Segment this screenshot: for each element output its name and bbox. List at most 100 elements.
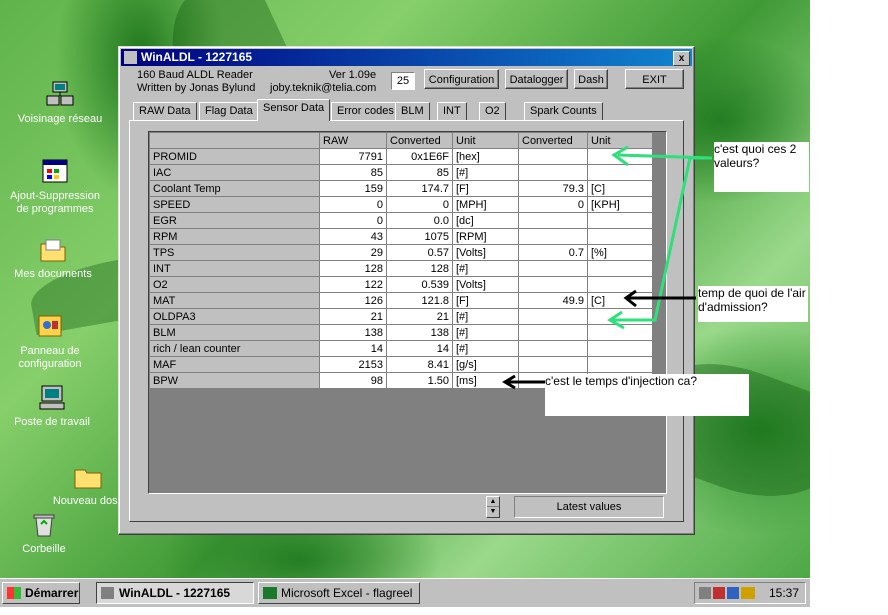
table-cell: 2153 [319, 356, 387, 373]
winaldl-window[interactable]: WinALDL - 1227165 x 160 Baud ALDL Reader… [118, 46, 695, 535]
annotation-note-injection-time: c'est le temps d'injection ca? [545, 374, 749, 416]
column-header: Converted [518, 132, 588, 149]
dash-button[interactable]: Dash [574, 69, 608, 89]
tray-icons[interactable] [699, 587, 755, 599]
table-cell: [%] [587, 244, 653, 261]
app-icon [124, 51, 137, 64]
table-cell: [RPM] [452, 228, 519, 245]
table-cell: 14 [386, 340, 453, 357]
excel-icon [263, 587, 277, 599]
configuration-button[interactable]: Configuration [424, 69, 499, 89]
table-cell [587, 340, 653, 357]
tab-raw-data[interactable]: RAW Data [133, 102, 197, 121]
sensor-name-cell: EGR [149, 212, 320, 229]
start-button[interactable]: Démarrer [2, 582, 80, 604]
table-cell: 159 [319, 180, 387, 197]
close-button[interactable]: x [673, 51, 690, 66]
table-row[interactable]: MAT 126 121.8 [F] 49.9 [C] [149, 292, 653, 309]
table-cell: 85 [319, 164, 387, 181]
table-row[interactable]: SPEED 0 0 [MPH] 0 [KPH] [149, 196, 653, 213]
table-cell: 0.57 [386, 244, 453, 261]
table-cell: 49.9 [518, 292, 588, 309]
table-row[interactable]: BLM 138 138 [#] [149, 324, 653, 341]
sensor-name-cell: IAC [149, 164, 320, 181]
column-header: Converted [386, 132, 453, 149]
spin-down-arrow-icon[interactable]: ▼ [487, 506, 499, 516]
tab-flag-data[interactable]: Flag Data [199, 102, 259, 121]
table-row[interactable]: EGR 0 0.0 [dc] [149, 212, 653, 229]
table-cell: 98 [319, 372, 387, 389]
header-line1: 160 Baud ALDL Reader [137, 69, 253, 81]
spin-up-arrow-icon[interactable]: ▲ [487, 497, 499, 506]
window-title: WinALDL - 1227165 [141, 50, 253, 64]
table-row[interactable]: O2 122 0.539 [Volts] [149, 276, 653, 293]
start-label: Démarrer [25, 586, 79, 600]
table-cell: [#] [452, 308, 519, 325]
taskbar-item-excel[interactable]: Microsoft Excel - flagreel [258, 582, 420, 604]
table-row[interactable]: MAF 2153 8.41 [g/s] [149, 356, 653, 373]
table-cell: [C] [587, 292, 653, 309]
tab-int[interactable]: INT [437, 102, 467, 121]
table-row[interactable]: PROMID 7791 0x1E6F [hex] [149, 148, 653, 165]
taskbar-item-label: Microsoft Excel - flagreel [281, 586, 413, 600]
version-label: Ver 1.09e [329, 69, 377, 81]
exit-button[interactable]: EXIT [625, 69, 684, 89]
table-cell: 0x1E6F [386, 148, 453, 165]
desktop-icon-add-remove[interactable]: Ajout-Suppression de programmes [5, 157, 105, 217]
spinner[interactable]: ▲ ▼ [486, 496, 500, 518]
table-cell [587, 308, 653, 325]
desktop-icon-network[interactable]: Voisinage réseau [10, 80, 110, 127]
tab-error-codes[interactable]: Error codes [331, 102, 400, 121]
header-line2: Written by Jonas Bylund [137, 82, 256, 94]
table-row[interactable]: IAC 85 85 [#] [149, 164, 653, 181]
counter-field[interactable]: 25 [391, 72, 415, 90]
taskbar-item-winaldl[interactable]: WinALDL - 1227165 [96, 582, 254, 604]
table-row[interactable]: rich / lean counter 14 14 [#] [149, 340, 653, 357]
table-cell [587, 212, 653, 229]
sensor-name-cell: O2 [149, 276, 320, 293]
table-cell: 7791 [319, 148, 387, 165]
tab-o2[interactable]: O2 [479, 102, 506, 121]
sensor-name-cell: MAT [149, 292, 320, 309]
table-cell: 122 [319, 276, 387, 293]
table-row[interactable]: TPS 29 0.57 [Volts] 0.7 [%] [149, 244, 653, 261]
desktop-icon-recycle-bin[interactable]: Corbeille [0, 510, 94, 557]
table-cell: 0.7 [518, 244, 588, 261]
column-header: Unit [587, 132, 653, 149]
datalogger-button[interactable]: Datalogger [505, 69, 568, 89]
folder-icon [38, 235, 68, 265]
table-cell: 121.8 [386, 292, 453, 309]
app-icon [101, 587, 114, 599]
table-cell [587, 228, 653, 245]
table-cell: [g/s] [452, 356, 519, 373]
window-titlebar[interactable]: WinALDL - 1227165 x [121, 49, 692, 66]
table-row[interactable]: Coolant Temp 159 174.7 [F] 79.3 [C] [149, 180, 653, 197]
clock: 15:37 [768, 586, 799, 600]
table-cell [587, 148, 653, 165]
tab-sensor-data[interactable]: Sensor Data [257, 99, 331, 121]
table-cell [587, 276, 653, 293]
table-cell: [hex] [452, 148, 519, 165]
sensor-name-cell: SPEED [149, 196, 320, 213]
table-cell: [#] [452, 164, 519, 181]
table-cell: 128 [319, 260, 387, 277]
sensor-name-cell: OLDPA3 [149, 308, 320, 325]
column-header: RAW [319, 132, 387, 149]
desktop-icon-my-computer[interactable]: Poste de travail [2, 383, 102, 430]
table-row[interactable]: OLDPA3 21 21 [#] [149, 308, 653, 325]
table-cell [518, 164, 588, 181]
desktop-icon-my-documents[interactable]: Mes documents [3, 235, 103, 282]
tab-spark-counts[interactable]: Spark Counts [524, 102, 603, 121]
table-cell: 1075 [386, 228, 453, 245]
table-cell: 128 [386, 260, 453, 277]
table-row[interactable]: INT 128 128 [#] [149, 260, 653, 277]
table-cell: [#] [452, 324, 519, 341]
sensor-grid[interactable]: RAW Converted Unit Converted Unit PROMID… [148, 131, 667, 494]
tab-blm[interactable]: BLM [395, 102, 430, 121]
table-cell: 126 [319, 292, 387, 309]
desktop-icon-control-panel[interactable]: Panneau de configuration [0, 312, 100, 372]
table-row[interactable]: RPM 43 1075 [RPM] [149, 228, 653, 245]
table-cell [587, 260, 653, 277]
desktop-icon-label: Ajout-Suppression de programmes [10, 190, 100, 215]
table-cell [518, 340, 588, 357]
